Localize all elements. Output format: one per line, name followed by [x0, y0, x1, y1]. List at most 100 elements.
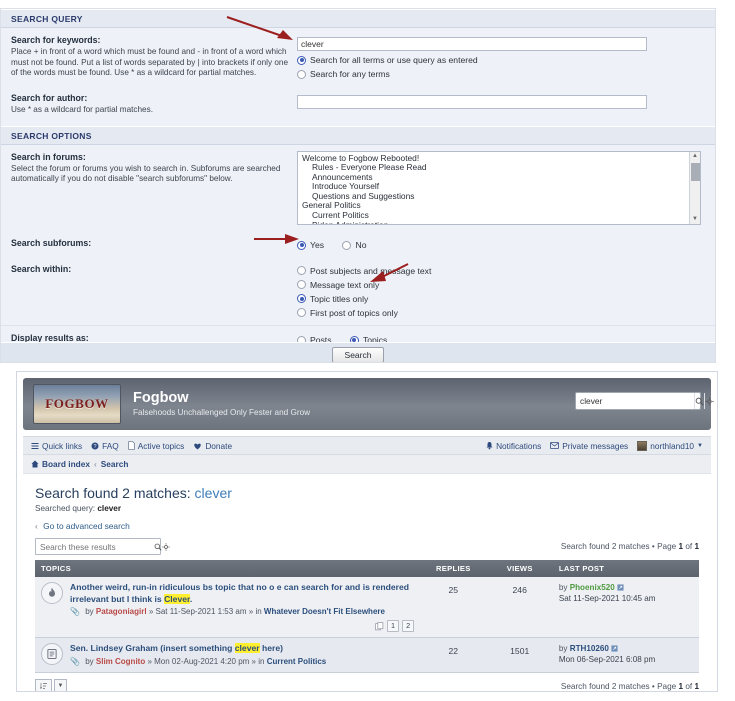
chevron-down-icon: ▼ [57, 683, 64, 689]
topic-date: Mon 02-Aug-2021 4:20 pm [154, 656, 250, 666]
bell-icon [486, 442, 493, 450]
last-post-author[interactable]: Phoenix520 [570, 583, 615, 592]
forum-multiselect[interactable]: Welcome to Fogbow Rebooted! Rules - Ever… [297, 150, 701, 225]
radio-subforums-no[interactable]: No [342, 239, 366, 251]
nav-donate[interactable]: Donate [193, 441, 232, 451]
pagination-total-bottom: 1 [694, 681, 699, 691]
search-within-label-block: Search within: [11, 263, 297, 275]
site-title-block: Fogbow Falsehoods Unchallenged Only Fest… [133, 390, 310, 418]
scroll-down-icon[interactable]: ▼ [692, 215, 698, 224]
topic-title-post: . [189, 593, 193, 604]
breadcrumb-home[interactable]: Board index [31, 459, 90, 469]
nav-quick-links[interactable]: Quick links [31, 441, 82, 451]
header-search-box[interactable] [575, 392, 714, 410]
table-row[interactable]: Sen. Lindsey Graham (insert something cl… [35, 637, 699, 673]
scrollbar-thumb[interactable] [691, 162, 700, 181]
keywords-input[interactable] [297, 37, 647, 51]
forum-list-scrollbar[interactable]: ▲ ▼ [689, 151, 700, 224]
site-tagline: Falsehoods Unchallenged Only Fester and … [133, 408, 311, 417]
radio-within-topic-titles[interactable]: Topic titles only [297, 293, 705, 305]
site-logo[interactable]: FOGBOW [33, 384, 121, 424]
nav-notifications-label: Notifications [496, 440, 542, 451]
nav-private-messages-label: Private messages [562, 440, 629, 451]
keywords-label: Search for keywords: [11, 35, 101, 45]
author-input[interactable] [297, 95, 647, 109]
table-row[interactable]: Another weird, run-in ridiculous bs topi… [35, 577, 699, 638]
radio-search-any-terms[interactable]: Search for any terms [297, 68, 705, 80]
header-search-options-button[interactable] [704, 393, 714, 409]
last-post-author[interactable]: RTH10260 [570, 644, 609, 653]
envelope-icon [550, 442, 560, 449]
topic-forum-link[interactable]: Current Politics [267, 657, 327, 666]
last-post-by-label: by [558, 583, 568, 592]
scroll-up-icon[interactable]: ▲ [692, 152, 698, 161]
gear-icon [162, 542, 170, 551]
nav-faq[interactable]: ? FAQ [91, 441, 119, 451]
last-post-block: by Phoenix520 Sat 11-Sep-2021 10:45 am [559, 582, 693, 604]
page-link[interactable]: 2 [402, 620, 415, 632]
radio-within-3-label: First post of topics only [310, 307, 398, 318]
subforums-row: Search subforums: Yes No [1, 231, 715, 261]
topic-author[interactable]: Slim Cognito [96, 657, 145, 666]
heart-icon [194, 443, 202, 449]
radio-subforums-yes[interactable]: Yes [297, 239, 324, 251]
hot-topic-fire-icon [41, 582, 63, 604]
pagination-total-top: 1 [694, 542, 699, 551]
page-link[interactable]: 1 [387, 620, 400, 632]
search-within-controls: Post subjects and message text Message t… [297, 263, 705, 319]
topic-text-block: Another weird, run-in ridiculous bs topi… [70, 582, 415, 632]
page-title: Search found 2 matches: clever [35, 484, 699, 502]
pagination-note-prefix-bottom: Search found 2 matches • [560, 681, 655, 691]
go-to-advanced-search-label-top: Go to advanced search [43, 521, 130, 531]
topic-cell: Another weird, run-in ridiculous bs topi… [35, 577, 421, 638]
quick-nav-right: Notifications Private messages northland… [486, 440, 703, 451]
replies-count: 25 [420, 577, 487, 638]
search-submit-button[interactable]: Search [332, 347, 384, 362]
forums-label: Search in forums: [11, 151, 86, 162]
topic-title-pre: Another weird, run-in ridiculous bs topi… [70, 582, 410, 604]
results-search-button[interactable] [154, 539, 162, 554]
results-search-options-button[interactable] [162, 539, 170, 554]
header-search-button[interactable] [694, 393, 704, 409]
radio-yes-label: Yes [310, 240, 325, 250]
header-search-input[interactable] [576, 393, 694, 409]
breadcrumb-current[interactable]: Search [101, 459, 129, 469]
forum-option[interactable]: Biden Administration [300, 220, 700, 223]
radio-within-first-post[interactable]: First post of topics only [297, 307, 705, 319]
topic-date: Sat 11-Sep-2021 1:53 am [155, 607, 247, 616]
nav-private-messages[interactable]: Private messages [550, 441, 628, 451]
radio-within-message-text[interactable]: Message text only [297, 279, 705, 291]
search-icon [695, 397, 704, 406]
go-to-advanced-search-top[interactable]: ‹ Go to advanced search [35, 521, 699, 531]
fire-icon [49, 587, 55, 597]
goto-post-icon[interactable] [611, 645, 618, 652]
sort-dropdown-button[interactable]: ▼ [54, 678, 67, 691]
goto-post-icon[interactable] [617, 584, 624, 591]
radio-within-2-dot [297, 294, 306, 303]
last-post-block: by RTH10260 Mon 06-Sep-2021 6:08 pm [559, 643, 693, 665]
search-these-results-box[interactable] [35, 538, 170, 555]
nav-user-menu[interactable]: northland10 ▼ [637, 440, 703, 451]
search-icon [154, 543, 162, 551]
results-table-body: Another weird, run-in ridiculous bs topi… [35, 577, 699, 673]
sort-order-button[interactable] [35, 678, 52, 691]
topic-forum-link[interactable]: Whatever Doesn't Fit Elsewhere [264, 607, 385, 616]
search-these-results-input[interactable] [36, 539, 154, 554]
topic-title[interactable]: Sen. Lindsey Graham (insert something cl… [70, 643, 414, 655]
sort-icon [39, 683, 47, 689]
radio-within-post-subjects[interactable]: Post subjects and message text [297, 265, 705, 277]
pagination-page-label-top: Page [657, 542, 677, 551]
nav-quick-links-label: Quick links [42, 440, 83, 451]
topic-title-highlight: Clever [164, 593, 190, 604]
topic-doc-icon [41, 643, 63, 665]
topic-title[interactable]: Another weird, run-in ridiculous bs topi… [70, 582, 414, 605]
nav-active-topics[interactable]: Active topics [128, 441, 184, 451]
topic-page-links: 1 2 [70, 620, 415, 632]
nav-notifications[interactable]: Notifications [486, 441, 541, 451]
site-name[interactable]: Fogbow [133, 390, 310, 406]
subforums-label: Search subforums: [11, 237, 92, 248]
topic-author[interactable]: Patagoniagirl [96, 607, 147, 616]
radio-no-dot [342, 240, 352, 250]
search-query-section-header: SEARCH QUERY [1, 9, 715, 28]
radio-search-all-terms[interactable]: Search for all terms or use query as ent… [297, 54, 705, 66]
